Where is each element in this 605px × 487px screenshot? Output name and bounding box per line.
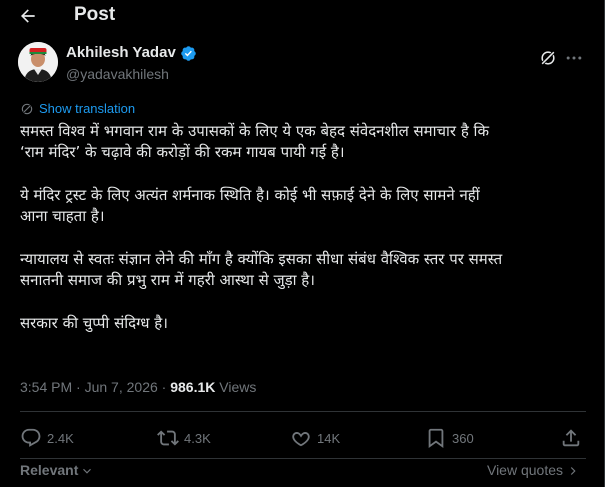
page-title: Post bbox=[74, 4, 116, 25]
author-handle[interactable]: @yadavakhilesh bbox=[66, 66, 169, 83]
meta-separator: · bbox=[157, 379, 171, 395]
share-icon bbox=[562, 429, 580, 447]
top-bar: Post bbox=[0, 0, 605, 34]
avatar-image bbox=[18, 42, 58, 82]
views-label: Views bbox=[215, 379, 257, 395]
grok-icon bbox=[540, 50, 556, 66]
tweet-paragraph: सरकार की चुप्पी संदिग्ध है। bbox=[20, 314, 168, 332]
view-quotes-label: View quotes bbox=[486, 462, 563, 478]
author-block: Akhilesh Yadav @yadavakhilesh bbox=[18, 42, 588, 88]
tweet-text: समस्त विश्व में भगवान राम के उपासकों के … bbox=[20, 121, 588, 356]
verified-badge-icon bbox=[180, 45, 197, 62]
reply-icon bbox=[21, 428, 41, 447]
chevron-right-icon bbox=[570, 466, 576, 475]
more-icon bbox=[566, 56, 582, 60]
like-button[interactable]: 14K bbox=[290, 427, 340, 449]
author-name[interactable]: Akhilesh Yadav bbox=[66, 44, 176, 62]
relevant-label: Relevant bbox=[20, 462, 79, 478]
more-button[interactable] bbox=[564, 48, 586, 68]
repost-icon bbox=[157, 430, 179, 446]
views-count: 986.1K bbox=[170, 379, 216, 395]
sort-relevant-dropdown[interactable]: Relevant bbox=[20, 462, 94, 479]
post-meta: 3:54 PM · Jun 7, 2026 · 986.1K Views bbox=[20, 379, 256, 396]
meta-separator: · bbox=[72, 379, 85, 395]
translate-icon bbox=[21, 103, 33, 114]
chevron-down-icon bbox=[83, 468, 92, 474]
arrow-left-icon bbox=[21, 9, 35, 23]
grok-button[interactable] bbox=[538, 48, 558, 68]
action-bar: 2.4K 4.3K 14K 360 bbox=[20, 427, 586, 451]
tweet-paragraph: समस्त विश्व में भगवान राम के उपासकों के … bbox=[20, 122, 489, 161]
repost-count: 4.3K bbox=[184, 430, 211, 446]
bookmark-count: 360 bbox=[452, 430, 474, 446]
name-row: Akhilesh Yadav bbox=[66, 44, 197, 62]
show-translation-label[interactable]: Show translation bbox=[39, 101, 135, 116]
repost-button[interactable]: 4.3K bbox=[157, 427, 211, 449]
show-translation-link[interactable]: Show translation bbox=[20, 101, 135, 116]
reply-count: 2.4K bbox=[47, 430, 74, 446]
tweet-paragraph: न्यायालय से स्वतः संज्ञान लेने की माँग ह… bbox=[20, 250, 503, 289]
divider bbox=[20, 458, 586, 459]
like-count: 14K bbox=[317, 430, 341, 446]
post-time[interactable]: 3:54 PM bbox=[20, 379, 72, 396]
bookmark-button[interactable]: 360 bbox=[425, 427, 474, 449]
divider bbox=[20, 411, 586, 412]
view-quotes-link[interactable]: View quotes bbox=[487, 462, 580, 479]
avatar[interactable] bbox=[18, 42, 58, 82]
share-button[interactable] bbox=[560, 427, 582, 449]
post-date[interactable]: Jun 7, 2026 bbox=[85, 379, 158, 396]
bookmark-icon bbox=[428, 428, 444, 449]
heart-icon bbox=[292, 432, 310, 447]
back-button[interactable] bbox=[14, 4, 42, 28]
reply-button[interactable]: 2.4K bbox=[20, 427, 74, 449]
tweet-paragraph: ये मंदिर ट्रस्ट के लिए अत्यंत शर्मनाक स्… bbox=[20, 186, 480, 225]
post-page: Post Akhilesh Yadav @yadavakhilesh Show … bbox=[0, 0, 605, 487]
